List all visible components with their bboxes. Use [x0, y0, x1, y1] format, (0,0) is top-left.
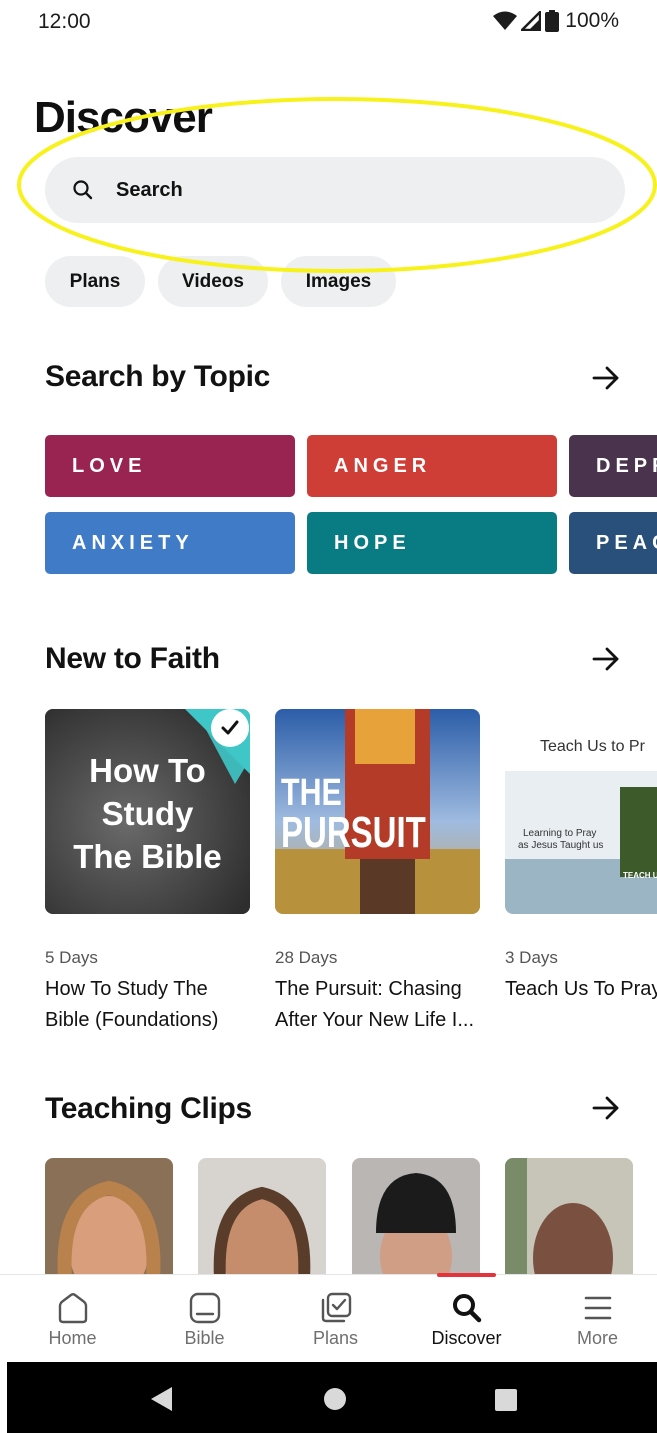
nav-plans[interactable]: Plans [270, 1275, 401, 1363]
status-bar: 12:00 100% [0, 0, 657, 44]
cover-line: as Jesus Taught us [518, 840, 604, 851]
cover-line: PURSUIT [281, 808, 426, 857]
plan-days: 3 Days [505, 948, 558, 967]
search-icon [73, 180, 93, 200]
plan-cover-text: THE PURSUIT [281, 772, 474, 857]
new-to-faith-arrow-icon[interactable] [590, 643, 622, 675]
plan-card-image-how-to-study[interactable]: How To Study The Bible [45, 709, 250, 914]
topic-love[interactable]: LOVE [45, 435, 295, 497]
back-icon[interactable] [150, 1386, 174, 1412]
teaching-clips-title: Teaching Clips [45, 1092, 252, 1125]
system-navigation-bar [7, 1362, 657, 1433]
teaching-clip-thumbnail[interactable] [198, 1158, 326, 1278]
plan-title[interactable]: Teach Us To Pray [505, 974, 657, 1005]
plan-title[interactable]: How To Study The Bible (Foundations) [45, 974, 260, 1036]
plan-check-badge [211, 709, 249, 747]
cover-line: Teach Us to Pr [540, 738, 645, 755]
recents-square-icon[interactable] [494, 1388, 518, 1412]
search-input[interactable]: Search [45, 157, 625, 223]
clip-thumbnail-art [198, 1158, 326, 1278]
plan-title[interactable]: The Pursuit: Chasing After Your New Life… [275, 974, 490, 1036]
search-by-topic-arrow-icon[interactable] [590, 362, 622, 394]
plan-days: 5 Days [45, 948, 98, 967]
cellular-signal-icon [521, 11, 542, 31]
clip-thumbnail-art [505, 1158, 633, 1278]
clip-thumbnail-art [352, 1158, 480, 1278]
cover-line: Learning to Pray [523, 828, 597, 839]
plan-title-line: After Your New Life I... [275, 1009, 474, 1031]
bible-icon [189, 1292, 220, 1324]
cover-line: TEACH US [623, 871, 657, 880]
teaching-clip-thumbnail[interactable] [352, 1158, 480, 1278]
cover-line: Study [101, 795, 194, 832]
page-title: Discover [34, 93, 213, 142]
nav-label: More [576, 1328, 618, 1348]
topic-depression[interactable]: DEPR [569, 435, 657, 497]
new-to-faith-title: New to Faith [45, 642, 220, 675]
cover-line: THE [281, 772, 342, 814]
nav-more[interactable]: More [532, 1275, 657, 1363]
nav-bible[interactable]: Bible [139, 1275, 270, 1363]
search-icon [452, 1294, 481, 1323]
chip-images[interactable]: Images [281, 256, 396, 307]
home-circle-icon[interactable] [323, 1387, 347, 1411]
battery-icon [545, 10, 560, 32]
teaching-clips-arrow-icon[interactable] [590, 1092, 622, 1124]
cover-line: The Bible [73, 838, 222, 875]
status-icons: 100% [493, 9, 619, 33]
bottom-navigation: Home Bible Plans Discover More [0, 1273, 657, 1363]
teaching-clip-thumbnail[interactable] [505, 1158, 633, 1278]
teaching-clip-thumbnail[interactable] [45, 1158, 173, 1278]
plan-days: 28 Days [275, 948, 338, 967]
cover-line: How To [89, 752, 206, 789]
checkmark-icon [221, 720, 239, 735]
topic-hope[interactable]: HOPE [307, 512, 557, 574]
status-time: 12:00 [38, 10, 91, 33]
wifi-icon [493, 11, 518, 30]
plan-title-line: Bible (Foundations) [45, 1009, 219, 1031]
plan-card-image-teach-us-to-pray[interactable]: Teach Us to Pr Learning to Pray as Jesus… [505, 709, 657, 914]
clip-thumbnail-art [45, 1158, 173, 1278]
nav-label: Home [48, 1328, 97, 1348]
chip-plans[interactable]: Plans [45, 256, 145, 307]
topic-anxiety[interactable]: ANXIETY [45, 512, 295, 574]
topic-peace[interactable]: PEAC [569, 512, 657, 574]
plan-card-image-the-pursuit[interactable]: THE PURSUIT [275, 709, 480, 914]
nav-discover[interactable]: Discover [401, 1275, 532, 1363]
battery-percentage: 100% [565, 9, 619, 32]
nav-label: Discover [431, 1328, 502, 1348]
menu-icon [584, 1296, 611, 1320]
plan-title-line: Teach Us To Pray [505, 978, 657, 1000]
nav-label: Plans [312, 1328, 359, 1348]
plan-title-line: The Pursuit: Chasing [275, 978, 462, 1000]
chip-videos[interactable]: Videos [158, 256, 268, 307]
search-placeholder: Search [116, 179, 183, 201]
search-by-topic-title: Search by Topic [45, 360, 271, 393]
plans-icon [321, 1292, 351, 1323]
home-icon [58, 1293, 87, 1324]
plan-title-line: How To Study The [45, 978, 208, 1000]
nav-home[interactable]: Home [7, 1275, 138, 1363]
topic-anger[interactable]: ANGER [307, 435, 557, 497]
plan-cover-text: How To Study The Bible [45, 749, 250, 878]
nav-label: Bible [184, 1328, 225, 1348]
